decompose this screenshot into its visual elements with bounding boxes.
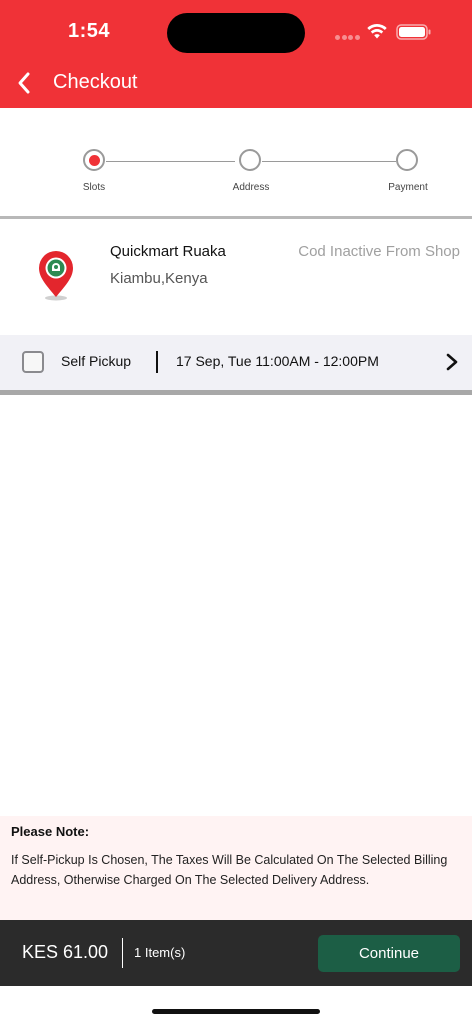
step-indicator-address[interactable]	[239, 149, 261, 171]
note-text: If Self-Pickup Is Chosen, The Taxes Will…	[11, 853, 448, 887]
note-title: Please Note:	[11, 824, 90, 839]
shop-card: Quickmart Ruaka Kiambu,Kenya Cod Inactiv…	[0, 219, 472, 335]
total-divider	[122, 938, 123, 968]
pickup-divider	[156, 351, 158, 373]
battery-icon	[396, 24, 431, 40]
back-button[interactable]	[10, 68, 38, 98]
total-amount: KES 61.00	[22, 942, 109, 962]
section-divider	[0, 390, 472, 395]
step-label-slots: Slots	[82, 182, 106, 193]
chevron-left-icon	[18, 72, 30, 94]
checkout-stepper: Slots Address Payment	[0, 108, 472, 218]
step-label-address: Address	[232, 182, 270, 193]
dynamic-island	[167, 13, 305, 53]
step-label-payment: Payment	[388, 182, 428, 193]
page-title: Checkout	[53, 71, 138, 93]
home-indicator[interactable]	[152, 1009, 320, 1014]
cellular-signal-icon	[335, 35, 361, 41]
step-indicator-payment[interactable]	[396, 149, 418, 171]
pickup-slot-row[interactable]: Self Pickup 17 Sep, Tue 11:00AM - 12:00P…	[0, 335, 472, 390]
note-box: Please Note: If Self-Pickup Is Chosen, T…	[0, 816, 472, 920]
checkout-screen: 1:54 Checkout Slots Address Payment Quic…	[0, 0, 472, 1024]
pickup-slot-time: 17 Sep, Tue 11:00AM - 12:00PM	[176, 353, 379, 369]
self-pickup-checkbox[interactable]	[22, 351, 44, 373]
step-connector	[262, 161, 396, 162]
continue-button[interactable]: Continue	[318, 935, 460, 972]
step-connector	[106, 161, 235, 162]
chevron-right-icon[interactable]	[442, 352, 462, 372]
self-pickup-label: Self Pickup	[61, 353, 132, 369]
step-indicator-slots[interactable]	[83, 149, 105, 171]
item-count: 1 Item(s)	[134, 945, 186, 960]
status-time: 1:54	[68, 20, 111, 42]
map-pin-icon	[22, 241, 90, 305]
cod-status-text: Cod Inactive From Shop	[298, 243, 460, 260]
shop-name: Quickmart Ruaka	[110, 243, 226, 260]
active-step-dot	[88, 154, 100, 166]
shop-location: Kiambu,Kenya	[110, 270, 208, 287]
checkout-bottom-bar: KES 61.00 1 Item(s) Continue	[0, 920, 472, 986]
app-header: 1:54 Checkout	[0, 0, 472, 108]
wifi-icon	[367, 24, 387, 39]
